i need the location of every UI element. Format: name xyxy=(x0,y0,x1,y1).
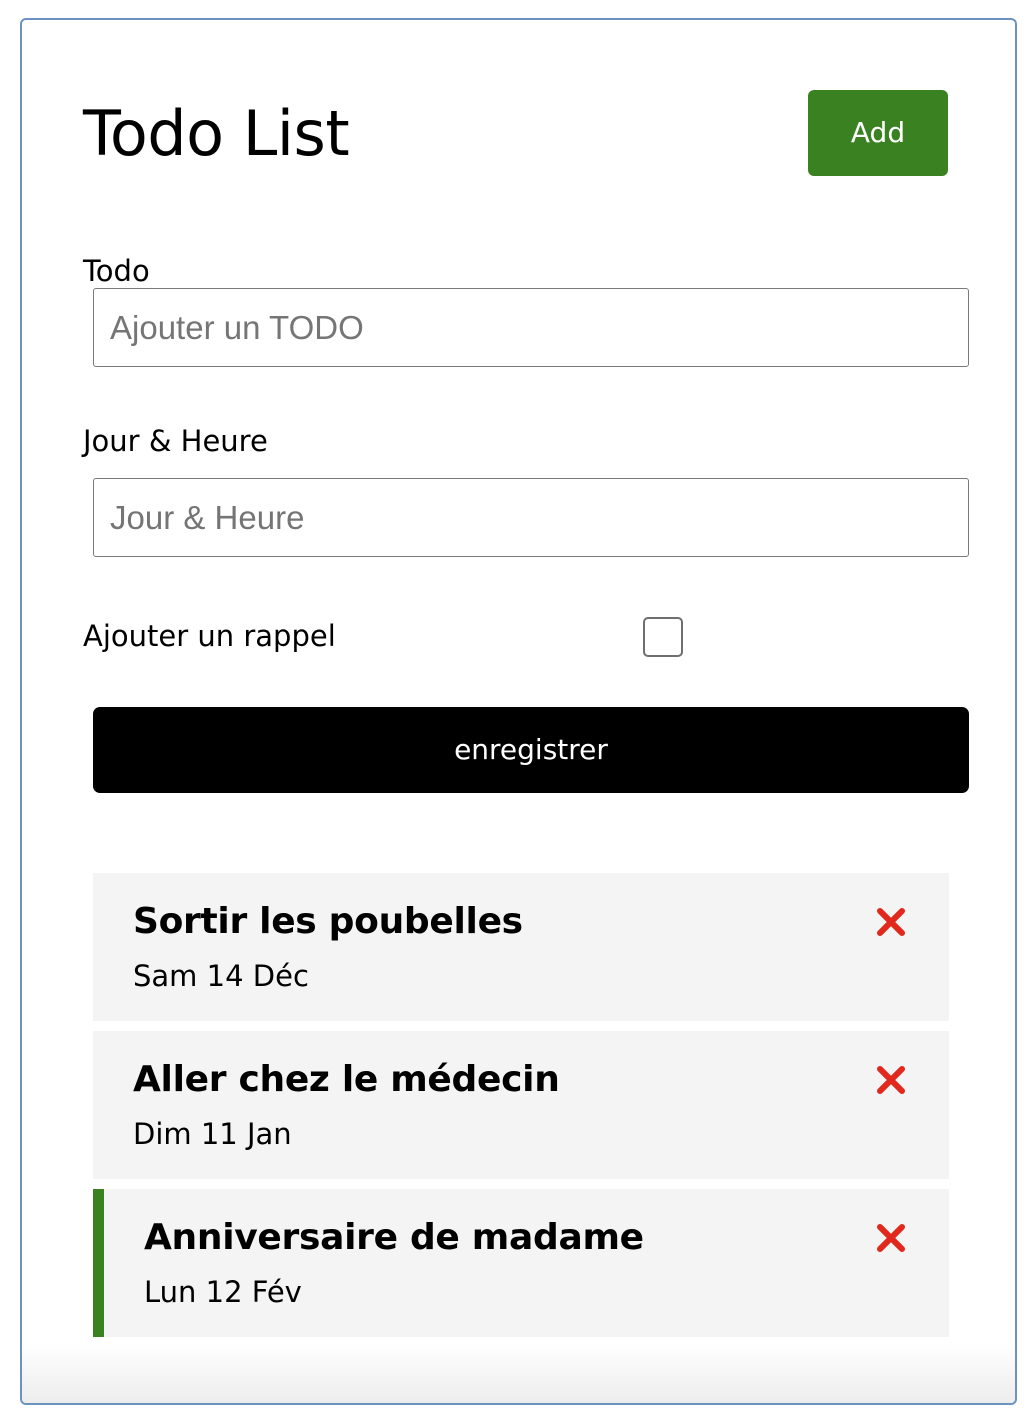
bottom-fade xyxy=(22,1343,1015,1403)
task-date: Dim 11 Jan xyxy=(133,1117,292,1151)
task-item-reminder[interactable]: Anniversaire de madame Lun 12 Fév xyxy=(93,1189,949,1337)
task-list: Sortir les poubelles Sam 14 Déc Aller ch… xyxy=(93,873,949,1347)
task-date: Sam 14 Déc xyxy=(133,959,309,993)
datetime-label: Jour & Heure xyxy=(83,424,268,458)
task-item[interactable]: Sortir les poubelles Sam 14 Déc xyxy=(93,873,949,1021)
task-title: Sortir les poubelles xyxy=(133,901,523,942)
todo-container: Todo List Add Todo Jour & Heure Ajouter … xyxy=(20,18,1017,1405)
task-title: Aller chez le médecin xyxy=(133,1059,560,1100)
datetime-input[interactable] xyxy=(93,478,969,557)
task-title: Anniversaire de madame xyxy=(144,1217,644,1258)
page-title: Todo List xyxy=(83,97,350,170)
task-date: Lun 12 Fév xyxy=(144,1275,302,1309)
todo-input[interactable] xyxy=(93,288,969,367)
reminder-checkbox[interactable] xyxy=(643,617,683,657)
close-icon[interactable] xyxy=(876,1223,906,1253)
reminder-label: Ajouter un rappel xyxy=(83,619,336,653)
add-button[interactable]: Add xyxy=(808,90,948,176)
save-button[interactable]: enregistrer xyxy=(93,707,969,793)
close-icon[interactable] xyxy=(876,1065,906,1095)
todo-label: Todo xyxy=(83,254,150,288)
task-item[interactable]: Aller chez le médecin Dim 11 Jan xyxy=(93,1031,949,1179)
close-icon[interactable] xyxy=(876,907,906,937)
